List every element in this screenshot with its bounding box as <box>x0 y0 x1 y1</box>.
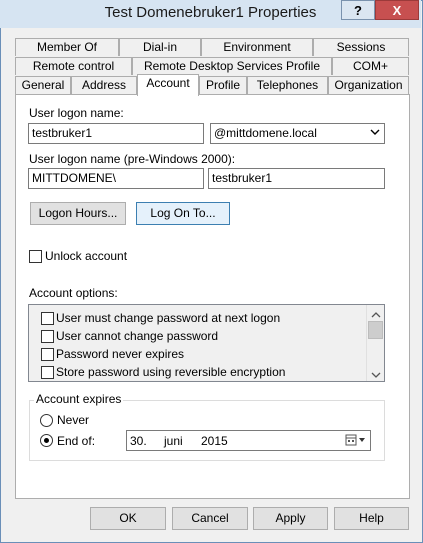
pre2000-user-input[interactable]: testbruker1 <box>208 168 385 189</box>
option-label: Password never expires <box>56 347 185 361</box>
account-options-label: Account options: <box>29 286 118 300</box>
unlock-account-checkbox[interactable] <box>29 250 42 263</box>
end-date-day[interactable]: 30. <box>130 434 147 449</box>
never-radio[interactable] <box>40 414 53 427</box>
account-expires-label: Account expires <box>34 392 124 406</box>
option-label: Store password using reversible encrypti… <box>56 365 286 379</box>
logon-hours-button[interactable]: Logon Hours... <box>30 202 126 225</box>
chevron-down-icon <box>370 125 380 144</box>
option-checkbox[interactable] <box>41 312 54 325</box>
scroll-up-icon[interactable] <box>371 308 381 322</box>
end-of-radio[interactable] <box>40 434 53 447</box>
pre2000-label: User logon name (pre-Windows 2000): <box>29 152 236 166</box>
option-checkbox[interactable] <box>41 366 54 379</box>
option-checkbox[interactable] <box>41 330 54 343</box>
option-label: User must change password at next logon <box>56 311 281 325</box>
domain-select[interactable]: @mittdomene.local <box>210 123 385 144</box>
calendar-dropdown-icon[interactable] <box>345 433 367 451</box>
account-options-list[interactable]: User must change password at next logon … <box>28 304 385 382</box>
logon-name-label: User logon name: <box>29 106 124 120</box>
end-of-label: End of: <box>57 434 96 448</box>
end-date-year[interactable]: 2015 <box>201 434 228 449</box>
end-date-month[interactable]: juni <box>164 434 183 449</box>
scroll-down-icon[interactable] <box>371 368 381 382</box>
option-label: User cannot change password <box>56 329 219 343</box>
unlock-account-label: Unlock account <box>45 249 128 263</box>
never-label: Never <box>57 413 90 427</box>
option-checkbox[interactable] <box>41 348 54 361</box>
scroll-thumb[interactable] <box>368 321 383 339</box>
pre2000-domain-input[interactable]: MITTDOMENE\ <box>28 168 204 189</box>
domain-value: @mittdomene.local <box>214 126 317 140</box>
end-date-picker[interactable]: 30. juni 2015 <box>126 430 371 451</box>
log-on-to-button[interactable]: Log On To... <box>136 202 230 225</box>
options-scrollbar[interactable] <box>366 305 384 381</box>
panel-content: User logon name: testbruker1 @mittdomene… <box>0 0 423 543</box>
logon-name-input[interactable]: testbruker1 <box>28 123 204 144</box>
